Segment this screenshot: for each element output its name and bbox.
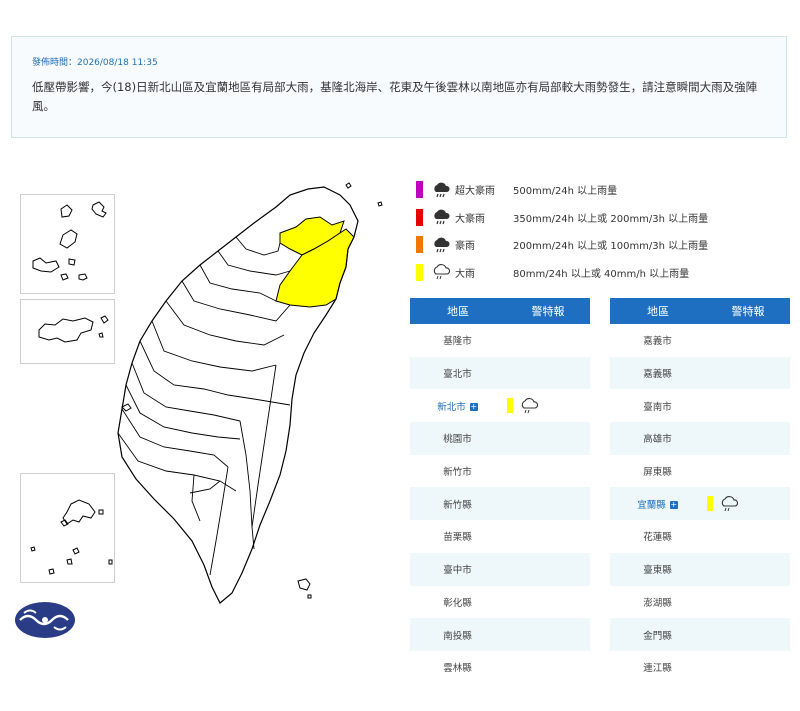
warning-table-right: 地區 警特報 嘉義市 嘉義縣 臺南市 高雄市 屏東縣 宜蘭縣 + 花蓮縣 臺東縣 … <box>610 298 790 684</box>
table-row[interactable]: 澎湖縣 <box>610 586 790 619</box>
area-name: 臺北市 <box>443 369 472 381</box>
islet-west <box>121 403 132 412</box>
area-name: 臺東縣 <box>643 565 672 577</box>
table-row[interactable]: 嘉義縣 <box>610 356 790 390</box>
area-name: 雲林縣 <box>443 663 472 675</box>
warning-cell <box>705 495 790 513</box>
legend-row-super-torrential: 超大豪雨 500mm/24h 以上雨量 <box>416 176 796 204</box>
area-link-yilan[interactable]: 宜蘭縣 <box>637 500 666 511</box>
table-row[interactable]: 雲林縣 <box>410 651 590 684</box>
area-name: 新竹市 <box>443 467 472 479</box>
area-name: 新竹縣 <box>443 499 472 511</box>
rain-cloud-icon <box>521 397 539 413</box>
area-name: 基隆市 <box>443 336 472 348</box>
notice-message: 低壓帶影響，今(18)日新北山區及宜蘭地區有局部大雨，基隆北海岸、花東及午後雲林… <box>32 80 758 113</box>
legend-swatch <box>416 263 423 281</box>
table-row[interactable]: 彰化縣 <box>410 586 590 619</box>
islet-north <box>345 182 352 189</box>
taiwan-map <box>14 175 394 675</box>
warning-level-swatch <box>506 398 513 414</box>
area-name: 南投縣 <box>443 630 472 642</box>
legend-desc: 500mm/24h 以上雨量 <box>513 186 618 198</box>
table-row[interactable]: 金門縣 <box>610 618 790 651</box>
table-row[interactable]: 苗栗縣 <box>410 520 590 553</box>
table-row-new-taipei[interactable]: 新北市 + <box>410 389 590 422</box>
legend-row-torrential: 豪雨 200mm/24h 以上或 100mm/3h 以上雨量 <box>416 231 796 259</box>
legend-name: 大雨 <box>455 268 475 280</box>
heavy-rain-cloud-icon <box>434 209 450 225</box>
table-row[interactable]: 臺北市 <box>410 356 590 390</box>
table-row-yilan[interactable]: 宜蘭縣 + <box>610 487 790 521</box>
expand-plus-icon[interactable]: + <box>669 501 678 510</box>
table-header: 地區 警特報 <box>610 298 790 324</box>
warning-table-left: 地區 警特報 基隆市 臺北市 新北市 + 桃園市 新竹市 新竹縣 苗栗縣 臺中市 … <box>410 298 590 684</box>
legend-swatch <box>416 181 423 199</box>
table-row[interactable]: 桃園市 <box>410 422 590 455</box>
area-name: 嘉義縣 <box>643 369 672 381</box>
expand-plus-icon[interactable]: + <box>469 403 478 412</box>
legend-name: 豪雨 <box>455 241 475 253</box>
area-name: 連江縣 <box>643 663 672 675</box>
area-name: 臺中市 <box>443 565 472 577</box>
area-name: 嘉義市 <box>643 336 672 348</box>
area-name: 臺南市 <box>643 401 672 413</box>
header-area: 地區 <box>447 305 469 318</box>
table-row[interactable]: 嘉義市 <box>610 324 790 357</box>
area-name: 高雄市 <box>643 434 672 446</box>
table-row[interactable]: 新竹市 <box>410 455 590 488</box>
area-name: 苗栗縣 <box>443 532 472 544</box>
area-name: 澎湖縣 <box>643 597 672 609</box>
warning-cell <box>505 397 590 415</box>
header-area: 地區 <box>647 305 669 318</box>
heavy-rain-cloud-icon <box>434 237 450 252</box>
legend-row-heavy-rain: 大雨 80mm/24h 以上或 40mm/h 以上雨量 <box>416 259 796 287</box>
area-name: 花蓮縣 <box>643 532 672 544</box>
header-warning: 警特報 <box>531 305 565 318</box>
area-name: 桃園市 <box>443 434 472 446</box>
green-island <box>297 578 311 591</box>
rain-cloud-icon <box>433 264 451 280</box>
publish-time: 發佈時間：2026/08/18 11:35 <box>32 58 158 68</box>
table-row[interactable]: 臺東縣 <box>610 552 790 586</box>
table-row[interactable]: 臺南市 <box>610 389 790 422</box>
table-row[interactable]: 高雄市 <box>610 422 790 455</box>
table-row[interactable]: 南投縣 <box>410 618 590 651</box>
table-row[interactable]: 連江縣 <box>610 651 790 684</box>
legend-desc: 200mm/24h 以上或 100mm/3h 以上雨量 <box>513 241 709 253</box>
cwa-logo-icon <box>15 602 75 638</box>
legend-name: 超大豪雨 <box>455 186 495 198</box>
legend-swatch <box>416 236 423 254</box>
area-name: 金門縣 <box>643 630 672 642</box>
table-header: 地區 警特報 <box>410 298 590 324</box>
legend-row-extremely-torrential: 大豪雨 350mm/24h 以上或 200mm/3h 以上雨量 <box>416 204 796 232</box>
legend-swatch <box>416 208 423 226</box>
area-link-new-taipei[interactable]: 新北市 <box>437 402 466 413</box>
legend-desc: 350mm/24h 以上或 200mm/3h 以上雨量 <box>513 213 709 225</box>
rain-cloud-icon <box>721 495 739 511</box>
orchid-island <box>307 594 312 599</box>
table-row[interactable]: 屏東縣 <box>610 455 790 488</box>
area-name: 彰化縣 <box>443 597 472 609</box>
notice-box: 發佈時間：2026/08/18 11:35 低壓帶影響，今(18)日新北山區及宜… <box>11 36 787 138</box>
legend-desc: 80mm/24h 以上或 40mm/h 以上雨量 <box>513 268 690 280</box>
table-row[interactable]: 花蓮縣 <box>610 520 790 553</box>
table-row[interactable]: 臺中市 <box>410 552 590 586</box>
heavy-rain-cloud-icon <box>434 182 450 197</box>
rain-legend: 超大豪雨 500mm/24h 以上雨量 大豪雨 350mm/24h 以上或 20… <box>416 176 796 286</box>
header-warning: 警特報 <box>731 305 765 318</box>
table-row[interactable]: 新竹縣 <box>410 487 590 521</box>
area-name: 屏東縣 <box>643 467 672 479</box>
legend-name: 大豪雨 <box>455 213 485 225</box>
islet-northeast <box>377 201 383 207</box>
taiwan-main-island <box>117 182 383 604</box>
table-row[interactable]: 基隆市 <box>410 324 590 357</box>
warning-level-swatch <box>706 496 713 512</box>
